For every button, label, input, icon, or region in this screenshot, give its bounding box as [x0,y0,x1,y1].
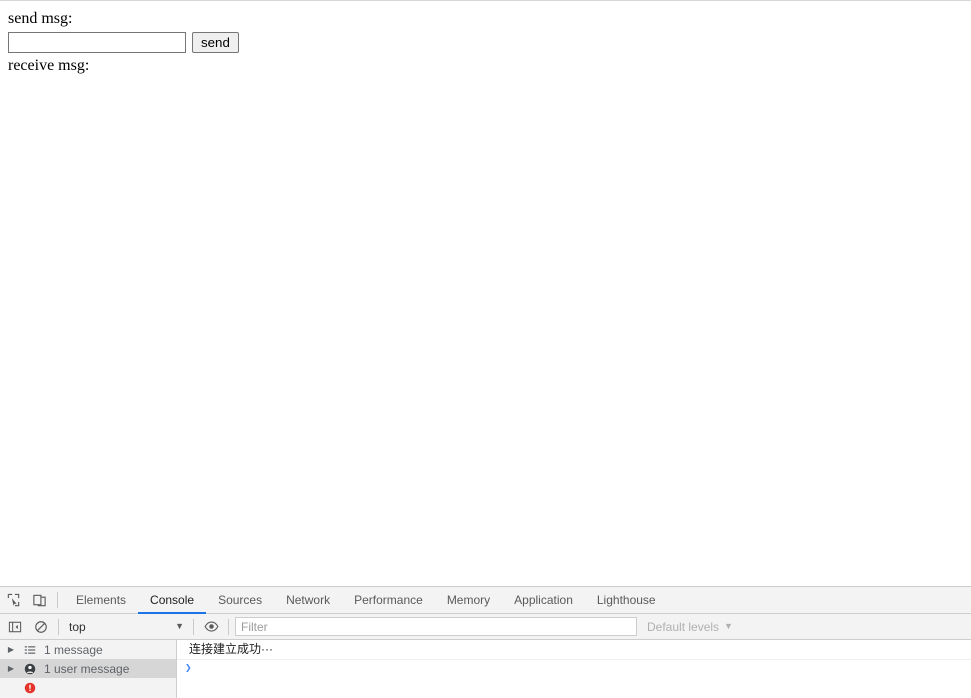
user-icon [22,663,38,675]
log-levels-dropdown[interactable]: Default levels ▼ [647,620,733,634]
log-levels-label: Default levels [647,619,720,634]
inspect-element-icon[interactable] [0,587,26,613]
devtools-panel: Elements Console Sources Network Perform… [0,586,971,698]
clear-console-icon[interactable] [28,615,54,639]
tab-sources[interactable]: Sources [206,587,274,614]
send-msg-label: send msg: [8,10,73,27]
console-message: 连接建立成功··· [177,640,971,660]
chevron-down-icon: ▼ [175,621,184,631]
tab-elements[interactable]: Elements [64,587,138,614]
console-sidebar-toggle-icon[interactable] [2,615,28,639]
live-expression-eye-icon[interactable] [198,615,224,639]
toolbar-divider-2 [193,618,194,635]
send-button[interactable]: send [192,32,239,53]
tab-performance[interactable]: Performance [342,587,435,614]
console-prompt-input[interactable] [192,662,971,676]
toolbar-divider-3 [228,618,229,635]
list-icon [22,644,38,656]
sidebar-item-label: 1 message [44,642,103,657]
page-content: send msg: send receive msg: [0,1,971,83]
sidebar-item-errors[interactable] [0,678,176,697]
console-message-list[interactable]: 连接建立成功··· ❯ [177,640,971,698]
send-message-input[interactable] [8,32,186,53]
tab-memory[interactable]: Memory [435,587,502,614]
tab-lighthouse[interactable]: Lighthouse [585,587,668,614]
sidebar-item-all-messages[interactable]: ▶ 1 message [0,640,176,659]
console-context-value: top [69,619,86,634]
send-message-row: send [8,32,963,53]
receive-msg-label: receive msg: [8,57,90,74]
console-sidebar: ▶ 1 message ▶ 1 user message [0,640,177,698]
console-prompt-row[interactable]: ❯ [177,660,971,680]
tab-application[interactable]: Application [502,587,585,614]
tab-network[interactable]: Network [274,587,342,614]
error-circle-icon [22,682,38,694]
chevron-down-icon: ▼ [724,621,733,631]
console-filter-input[interactable] [235,617,637,636]
console-context-dropdown[interactable]: top ▼ [63,617,189,637]
device-toolbar-icon[interactable] [26,587,52,613]
prompt-caret-icon: ❯ [185,663,192,675]
console-toolbar: top ▼ Default levels ▼ [0,614,971,640]
devtools-tabbar: Elements Console Sources Network Perform… [0,587,971,614]
tab-console[interactable]: Console [138,587,207,614]
page-viewport: send msg: send receive msg: [0,0,971,586]
expand-arrow-icon[interactable]: ▶ [6,645,16,654]
tabbar-divider [57,592,58,608]
sidebar-item-user-messages[interactable]: ▶ 1 user message [0,659,176,678]
expand-arrow-icon[interactable]: ▶ [6,664,16,673]
sidebar-item-label: 1 user message [44,661,130,676]
console-body: ▶ 1 message ▶ 1 user message 连接建立成功··· ❯ [0,640,971,698]
toolbar-divider-1 [58,618,59,635]
